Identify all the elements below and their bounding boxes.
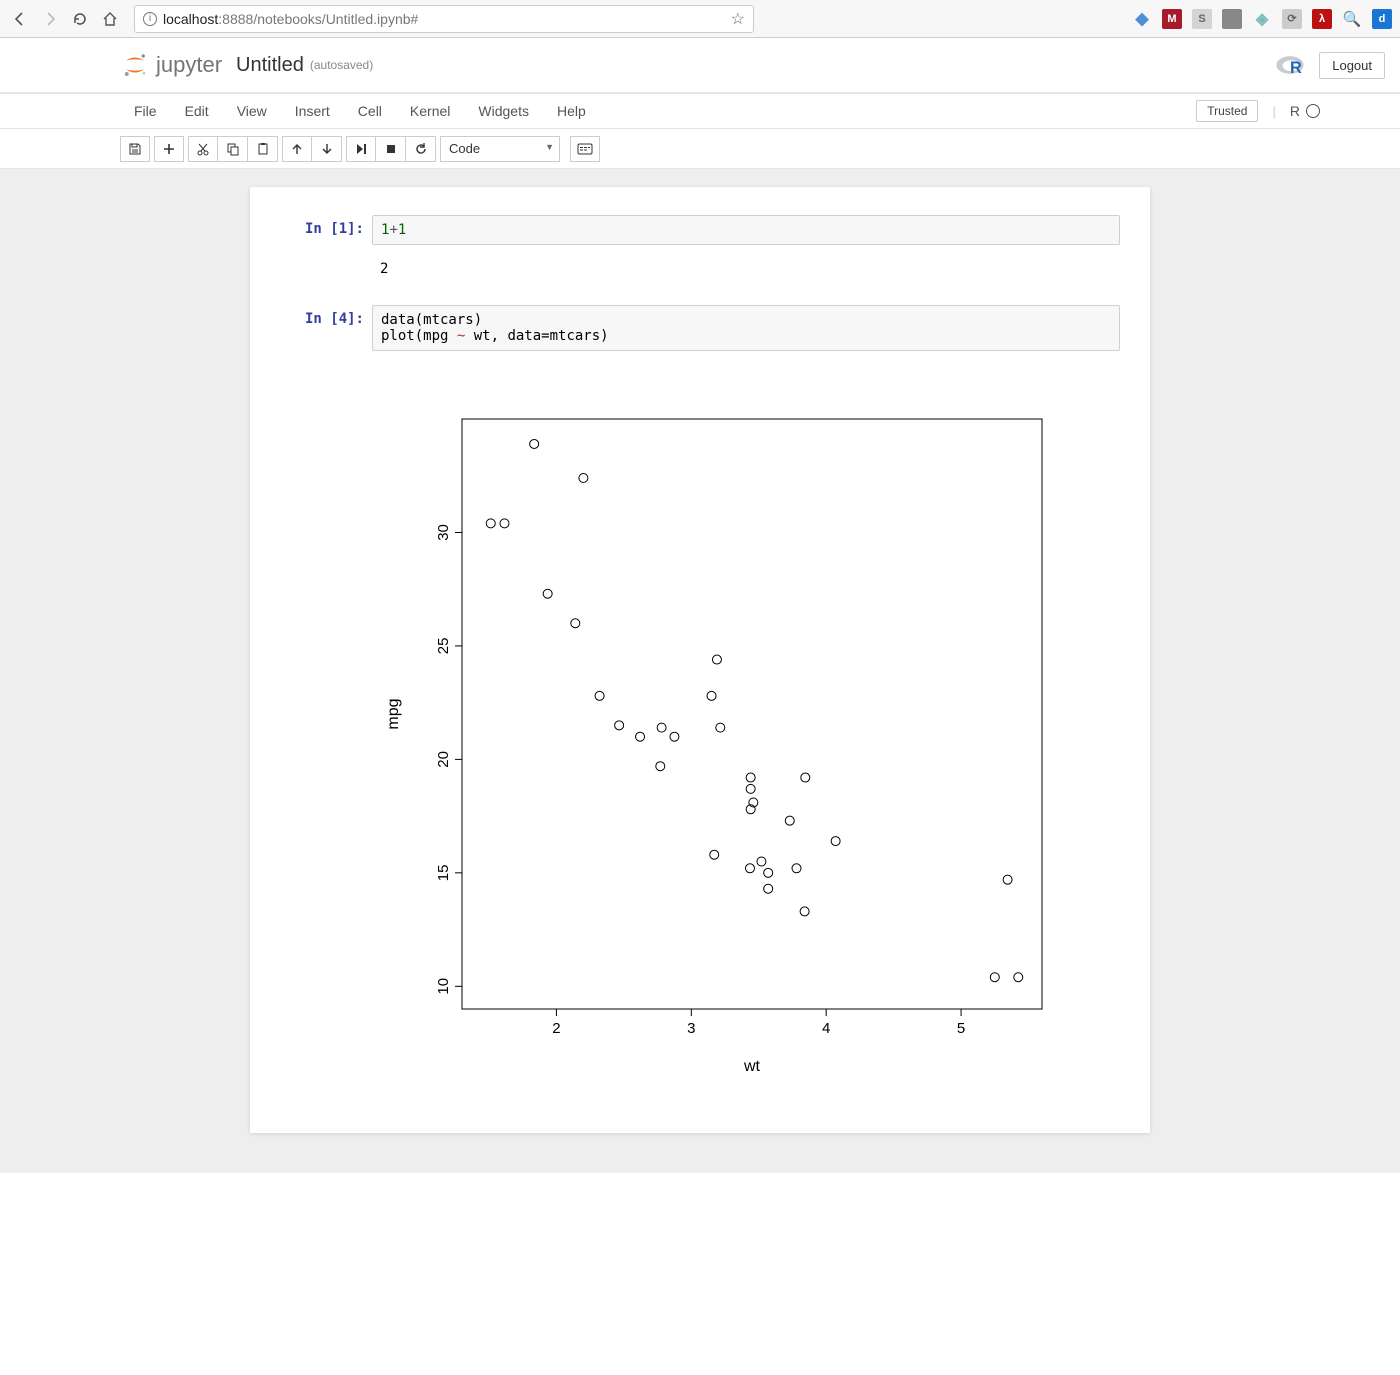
svg-text:R: R xyxy=(1290,59,1302,77)
forward-button[interactable] xyxy=(38,7,62,31)
kernel-status-icon xyxy=(1306,104,1320,118)
info-icon: i xyxy=(143,12,157,26)
input-prompt: In [4]: xyxy=(262,305,372,351)
kernel-indicator[interactable]: R xyxy=(1290,103,1320,119)
command-palette-button[interactable] xyxy=(570,136,600,162)
kernel-name: R xyxy=(1290,103,1300,119)
svg-text:wt: wt xyxy=(743,1058,761,1075)
svg-text:3: 3 xyxy=(687,1020,695,1037)
ext-icon-4[interactable] xyxy=(1222,9,1242,29)
save-button[interactable] xyxy=(120,136,150,162)
svg-text:30: 30 xyxy=(435,524,452,541)
ext-icon-6[interactable]: ⟳ xyxy=(1282,9,1302,29)
menu-kernel[interactable]: Kernel xyxy=(396,97,464,125)
svg-text:2: 2 xyxy=(552,1020,560,1037)
menu-view[interactable]: View xyxy=(223,97,281,125)
scatter-plot: 2 3 4 5 10 15 20 25 30 wt mpg xyxy=(372,389,1072,1089)
code-cell[interactable]: In [4]: data(mtcars) plot(mpg ~ wt, data… xyxy=(250,301,1150,355)
add-cell-button[interactable] xyxy=(154,136,184,162)
svg-text:15: 15 xyxy=(435,865,452,882)
jupyter-logo[interactable]: jupyter xyxy=(120,50,222,80)
menu-cell[interactable]: Cell xyxy=(344,97,396,125)
move-down-button[interactable] xyxy=(312,136,342,162)
svg-text:4: 4 xyxy=(822,1020,830,1037)
menu-help[interactable]: Help xyxy=(543,97,600,125)
paste-button[interactable] xyxy=(248,136,278,162)
trusted-indicator[interactable]: Trusted xyxy=(1196,100,1258,122)
cut-button[interactable] xyxy=(188,136,218,162)
ext-icon-1[interactable]: ◆ xyxy=(1132,9,1152,29)
jupyter-brand-text: jupyter xyxy=(156,52,222,78)
svg-text:mpg: mpg xyxy=(385,698,402,729)
svg-text:25: 25 xyxy=(435,638,452,655)
menu-file[interactable]: File xyxy=(120,97,171,125)
ext-icon-5[interactable]: ◈ xyxy=(1252,9,1272,29)
output-cell: 2 xyxy=(250,249,1150,289)
notebook-title[interactable]: Untitled xyxy=(236,54,304,77)
code-input[interactable]: 1+1 xyxy=(372,215,1120,245)
input-prompt: In [1]: xyxy=(262,215,372,245)
celltype-select[interactable]: Code xyxy=(440,136,560,162)
svg-text:20: 20 xyxy=(435,751,452,768)
ext-icon-2[interactable]: M xyxy=(1162,9,1182,29)
move-up-button[interactable] xyxy=(282,136,312,162)
ext-icon-3[interactable]: S xyxy=(1192,9,1212,29)
run-button[interactable] xyxy=(346,136,376,162)
star-icon[interactable]: ☆ xyxy=(731,9,745,29)
r-kernel-logo-icon: R xyxy=(1275,51,1309,79)
back-button[interactable] xyxy=(8,7,32,31)
menu-edit[interactable]: Edit xyxy=(171,97,223,125)
menu-widgets[interactable]: Widgets xyxy=(464,97,543,125)
autosave-status: (autosaved) xyxy=(310,58,373,72)
ext-icon-8[interactable]: 🔍 xyxy=(1342,9,1362,29)
copy-button[interactable] xyxy=(218,136,248,162)
home-button[interactable] xyxy=(98,7,122,31)
notebook-header: jupyter Untitled (autosaved) R Logout xyxy=(0,38,1400,93)
svg-text:10: 10 xyxy=(435,978,452,995)
url-bar[interactable]: i localhost:8888/notebooks/Untitled.ipyn… xyxy=(134,5,754,33)
code-input[interactable]: data(mtcars) plot(mpg ~ wt, data=mtcars) xyxy=(372,305,1120,351)
ext-icon-7[interactable]: λ xyxy=(1312,9,1332,29)
menu-insert[interactable]: Insert xyxy=(281,97,344,125)
stop-button[interactable] xyxy=(376,136,406,162)
browser-chrome: i localhost:8888/notebooks/Untitled.ipyn… xyxy=(0,0,1400,38)
output-cell: 2 3 4 5 10 15 20 25 30 wt mpg xyxy=(250,355,1150,1093)
reload-button[interactable] xyxy=(68,7,92,31)
notebook-area: In [1]: 1+1 2 In [4]: data(mtcars) plot(… xyxy=(250,187,1150,1133)
ext-icon-9[interactable]: d xyxy=(1372,9,1392,29)
output-text: 2 xyxy=(372,253,1120,285)
code-cell[interactable]: In [1]: 1+1 xyxy=(250,211,1150,249)
extension-icons: ◆ M S ◈ ⟳ λ 🔍 d xyxy=(1132,9,1392,29)
restart-button[interactable] xyxy=(406,136,436,162)
url-text: localhost:8888/notebooks/Untitled.ipynb# xyxy=(163,11,725,27)
jupyter-logo-icon xyxy=(120,50,150,80)
toolbar: Code xyxy=(0,129,1400,169)
menubar: FileEditViewInsertCellKernelWidgetsHelp … xyxy=(0,93,1400,129)
logout-button[interactable]: Logout xyxy=(1319,52,1385,79)
svg-text:5: 5 xyxy=(957,1020,965,1037)
